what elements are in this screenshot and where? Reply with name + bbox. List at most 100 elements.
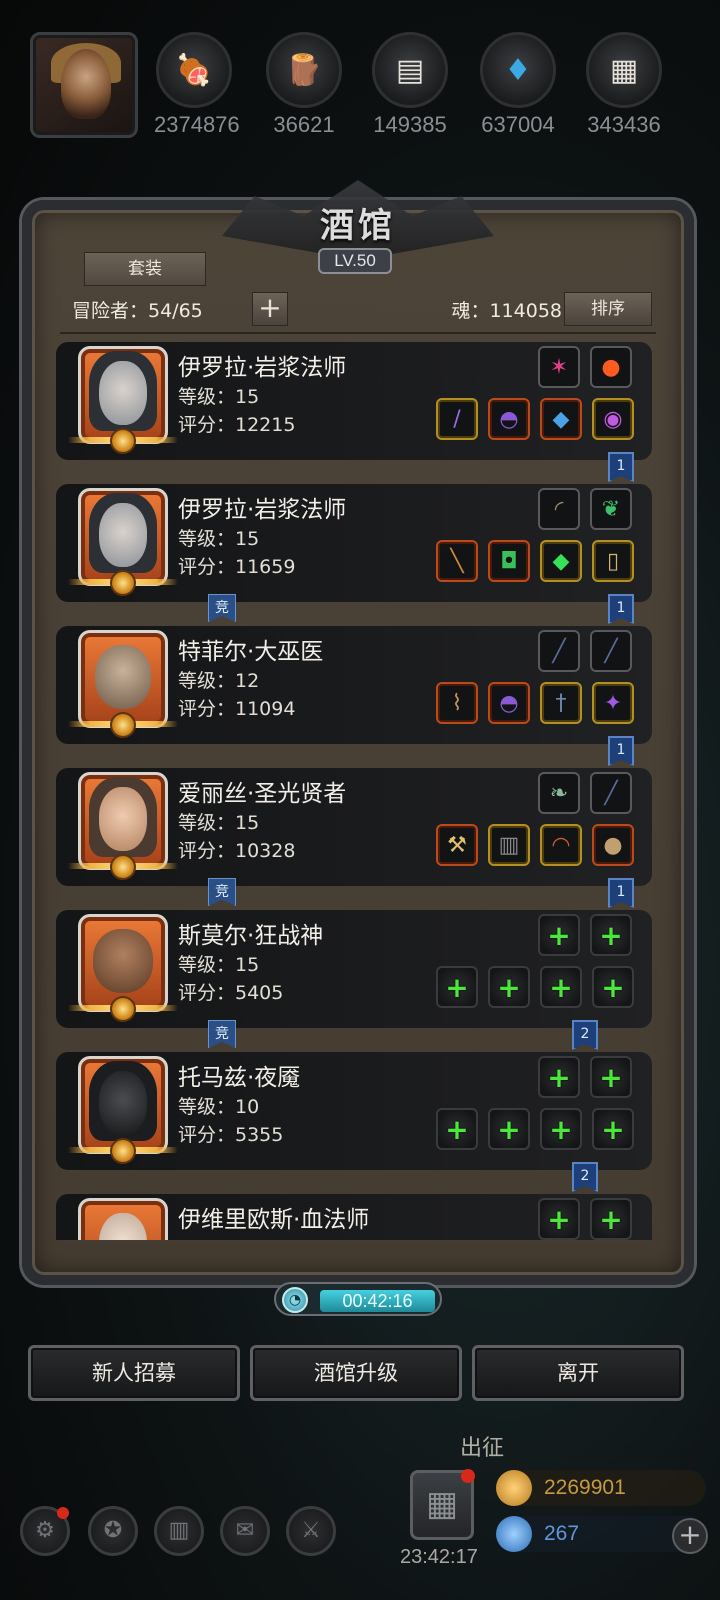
scroll-icon[interactable]: ▯: [592, 540, 634, 582]
wood-icon: 🪵: [266, 32, 342, 108]
notification-dot: [57, 1507, 69, 1519]
arena-badge: 竞: [208, 878, 236, 906]
sort-button[interactable]: 排序: [564, 292, 652, 326]
horn-artifact-icon[interactable]: ◜: [538, 488, 580, 530]
wand-icon[interactable]: ⌇: [436, 682, 478, 724]
hero-list[interactable]: 伊罗拉·岩浆法师 等级：15 评分：12215 ✶ ● / ◓ ◆ ◉ 1 伊罗…: [56, 338, 660, 1240]
empty-slot-add-icon[interactable]: +: [538, 1198, 580, 1240]
mail-icon[interactable]: ✉: [220, 1506, 270, 1556]
empty-slot-add-icon[interactable]: +: [540, 966, 582, 1008]
set-button[interactable]: 套装: [84, 252, 206, 286]
resource-stone[interactable]: ▦ 343436: [584, 32, 664, 138]
portrait-face: [93, 929, 153, 993]
dark-rune-icon[interactable]: ╱: [590, 630, 632, 672]
robe-icon[interactable]: ▥: [488, 824, 530, 866]
empty-slot-add-icon[interactable]: +: [436, 966, 478, 1008]
empty-slot-add-icon[interactable]: +: [540, 1108, 582, 1150]
empty-slot-add-icon[interactable]: +: [592, 1108, 634, 1150]
fire-orb-icon[interactable]: ●: [590, 346, 632, 388]
hero-name: 伊维里欧斯·血法师: [178, 1207, 370, 1233]
hero-level: 等级：10: [178, 1096, 260, 1118]
eye-gem-icon[interactable]: ◉: [592, 398, 634, 440]
resource-value: 36621: [273, 112, 335, 137]
portrait-face: [99, 787, 147, 851]
staff-icon[interactable]: /: [436, 398, 478, 440]
orb-charm-icon[interactable]: ●: [592, 824, 634, 866]
leave-button[interactable]: 离开: [472, 1345, 684, 1401]
empty-slot-add-icon[interactable]: +: [590, 1198, 632, 1240]
purple-helm-icon[interactable]: ◓: [488, 682, 530, 724]
empty-slot-add-icon[interactable]: +: [488, 966, 530, 1008]
star-emblem: [68, 712, 178, 738]
resource-iron[interactable]: ▤ 149385: [370, 32, 450, 138]
hero-card[interactable]: 伊罗拉·岩浆法师 等级：15 评分：11659 ◜ ❦ ╲ ◘ ◆ ▯ 竞 1: [56, 484, 652, 624]
gold-coin-icon: [496, 1470, 532, 1506]
soul-count: 魂：114058: [451, 300, 562, 322]
empty-slot-add-icon[interactable]: +: [590, 1056, 632, 1098]
hero-name: 斯莫尔·狂战神: [178, 923, 324, 949]
hero-score: 评分：11094: [178, 698, 296, 720]
empty-slot-add-icon[interactable]: +: [538, 1056, 580, 1098]
team-tag: 1: [608, 594, 634, 624]
hero-name: 伊罗拉·岩浆法师: [178, 497, 347, 523]
dark-rune-icon[interactable]: ╱: [590, 772, 632, 814]
hero-card[interactable]: 特菲尔·大巫医 等级：12 评分：11094 ╱ ╱ ⌇ ◓ † ✦ 1: [56, 626, 652, 766]
hero-card[interactable]: 斯莫尔·狂战神 等级：15 评分：5405 + + + + + + 竞 2: [56, 910, 652, 1050]
crystal-icon: ♦: [480, 32, 556, 108]
arena-badge: 竞: [208, 1020, 236, 1048]
coral-artifact-icon[interactable]: ✶: [538, 346, 580, 388]
upgrade-tavern-button[interactable]: 酒馆升级: [250, 1345, 462, 1401]
resource-wood[interactable]: 🪵 36621: [264, 32, 344, 138]
resource-crystal[interactable]: ♦ 637004: [478, 32, 558, 138]
bracelet-icon[interactable]: ◠: [540, 824, 582, 866]
hero-card[interactable]: 伊维里欧斯·血法师 + +: [56, 1194, 652, 1240]
star-emblem: [68, 570, 178, 596]
helmet-icon[interactable]: ◓: [488, 398, 530, 440]
resource-value: 343436: [587, 112, 661, 137]
expedition-label: 出征: [460, 1436, 505, 1461]
resource-value: 637004: [481, 112, 555, 137]
hammer-icon[interactable]: ⚒: [436, 824, 478, 866]
empty-slot-add-icon[interactable]: +: [592, 966, 634, 1008]
resource-bar: 🍖 2374876 🪵 36621 ▤ 149385 ♦ 637004 ▦ 34…: [0, 0, 720, 150]
refresh-timer: ◔ 00:42:16: [274, 1282, 442, 1316]
emerald-icon[interactable]: ◆: [540, 540, 582, 582]
empty-slot-add-icon[interactable]: +: [590, 914, 632, 956]
settings-gear-icon[interactable]: ⚙: [20, 1506, 70, 1556]
notification-dot: [461, 1469, 475, 1483]
spear-icon[interactable]: ╲: [436, 540, 478, 582]
resource-meat[interactable]: 🍖 2374876: [154, 32, 240, 138]
hero-card[interactable]: 托马兹·夜魇 等级：10 评分：5355 + + + + + + 2: [56, 1052, 652, 1192]
timer-value: 00:42:16: [320, 1290, 435, 1312]
herb-artifact-icon[interactable]: ❦: [590, 488, 632, 530]
portrait-face: [99, 503, 147, 567]
panel-title: 酒馆: [320, 206, 396, 246]
gold-value: 2269901: [544, 1476, 626, 1499]
hero-card[interactable]: 爱丽丝·圣光贤者 等级：15 评分：10328 ❧ ╱ ⚒ ▥ ◠ ● 竞 1: [56, 768, 652, 908]
team-tag: 1: [608, 452, 634, 482]
leaf-icon[interactable]: ❧: [538, 772, 580, 814]
castle-icon[interactable]: ▥: [154, 1506, 204, 1556]
dark-rune-icon[interactable]: ╱: [538, 630, 580, 672]
spark-wand-icon[interactable]: ✦: [592, 682, 634, 724]
achievement-icon[interactable]: ✪: [88, 1506, 138, 1556]
team-tag: 2: [572, 1162, 598, 1192]
team-tag: 1: [608, 736, 634, 766]
hero-score: 评分：11659: [178, 556, 296, 578]
dagger-icon[interactable]: †: [540, 682, 582, 724]
add-gems-button[interactable]: +: [672, 1518, 708, 1554]
bracer-icon[interactable]: ◆: [540, 398, 582, 440]
hero-level: 等级：15: [178, 386, 260, 408]
recruit-button[interactable]: 新人招募: [28, 1345, 240, 1401]
empty-slot-add-icon[interactable]: +: [538, 914, 580, 956]
guild-icon[interactable]: ⚔: [286, 1506, 336, 1556]
green-armor-icon[interactable]: ◘: [488, 540, 530, 582]
hero-portrait[interactable]: [78, 1198, 168, 1240]
gift-box-icon[interactable]: ▦: [410, 1469, 475, 1540]
expand-capacity-button[interactable]: +: [252, 292, 288, 326]
empty-slot-add-icon[interactable]: +: [436, 1108, 478, 1150]
hero-card[interactable]: 伊罗拉·岩浆法师 等级：15 评分：12215 ✶ ● / ◓ ◆ ◉ 1: [56, 342, 652, 482]
player-avatar[interactable]: [30, 32, 138, 138]
empty-slot-add-icon[interactable]: +: [488, 1108, 530, 1150]
star-emblem: [68, 428, 178, 454]
